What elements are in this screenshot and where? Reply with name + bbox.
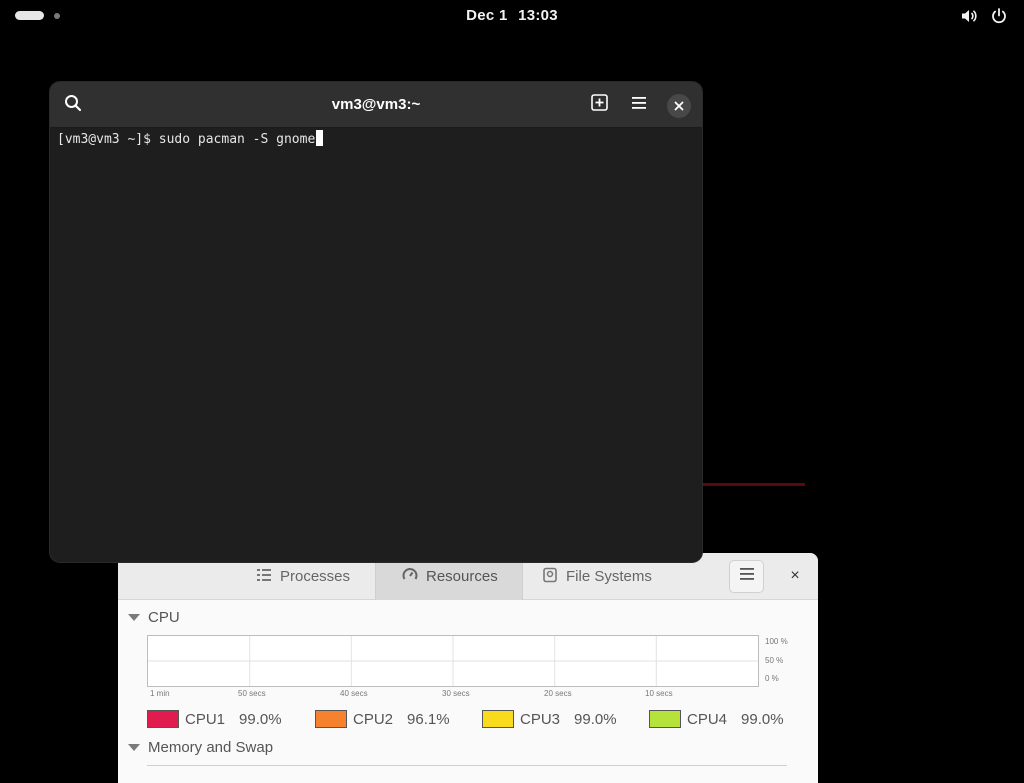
expander-arrow-icon [128, 614, 140, 621]
system-tray[interactable] [960, 7, 1008, 25]
hamburger-menu-icon [739, 567, 755, 586]
cpu3-value: 99.0% [574, 710, 617, 728]
cpu-section-header[interactable]: CPU [128, 609, 180, 626]
terminal-window: vm3@vm3:~ [vm3@vm3 ~]$ sudo pacman -S gn… [50, 82, 702, 562]
terminal-headerbar: vm3@vm3:~ [50, 82, 702, 128]
tab-resources-label: Resources [426, 568, 498, 585]
close-icon [674, 99, 684, 114]
clock[interactable]: Dec 1 13:03 [0, 7, 1024, 24]
main-menu-button[interactable] [729, 560, 764, 593]
close-button[interactable]: × [784, 565, 806, 587]
graph-x-label: 40 secs [340, 689, 368, 698]
graph-y-label-0: 0 % [765, 674, 779, 683]
typed-command: sudo pacman -S gnome [158, 132, 316, 147]
gauge-icon [402, 567, 418, 587]
cpu3-label: CPU3 [520, 710, 561, 728]
terminal-output[interactable]: [vm3@vm3 ~]$ sudo pacman -S gnome [57, 130, 324, 147]
graph-x-label: 10 secs [645, 689, 673, 698]
cpu3-legend: CPU3 99.0% [482, 710, 617, 728]
close-icon: × [790, 567, 800, 584]
terminal-menu-button[interactable] [629, 95, 649, 115]
cpu1-label: CPU1 [185, 710, 226, 728]
cpu4-label: CPU4 [687, 710, 728, 728]
cpu4-legend: CPU4 99.0% [649, 710, 784, 728]
memory-section-header[interactable]: Memory and Swap [128, 739, 273, 756]
clock-time: 13:03 [518, 7, 558, 24]
system-monitor-window: Processes Resources File Systems × CPU 1… [118, 553, 818, 783]
new-tab-button[interactable] [589, 94, 609, 116]
volume-icon[interactable] [960, 7, 978, 25]
graph-x-label: 1 min [150, 689, 170, 698]
memory-graph-edge [147, 765, 787, 766]
cpu1-value: 99.0% [239, 710, 282, 728]
cpu-graph-grid [148, 636, 758, 686]
tab-processes-label: Processes [280, 568, 351, 585]
cpu3-color-swatch[interactable] [482, 710, 514, 728]
graph-x-label: 50 secs [238, 689, 266, 698]
cpu2-legend: CPU2 96.1% [315, 710, 450, 728]
disk-icon [542, 567, 558, 587]
list-icon [256, 567, 272, 587]
graph-x-label: 30 secs [442, 689, 470, 698]
clock-date: Dec 1 [466, 7, 508, 24]
graph-y-label-100: 100 % [765, 637, 788, 646]
top-bar: Dec 1 13:03 [0, 0, 1024, 32]
text-cursor [316, 130, 324, 146]
tab-file-systems-label: File Systems [566, 568, 652, 585]
expander-arrow-icon [128, 744, 140, 751]
terminal-close-button[interactable] [667, 94, 691, 118]
shell-prompt: [vm3@vm3 ~]$ [57, 132, 159, 147]
cpu1-legend: CPU1 99.0% [147, 710, 282, 728]
cpu-history-graph [147, 635, 759, 687]
cpu4-value: 99.0% [741, 710, 784, 728]
graph-y-label-50: 50 % [765, 656, 784, 665]
cpu2-color-swatch[interactable] [315, 710, 347, 728]
cpu1-color-swatch[interactable] [147, 710, 179, 728]
cpu2-label: CPU2 [353, 710, 394, 728]
cpu4-color-swatch[interactable] [649, 710, 681, 728]
power-icon[interactable] [990, 7, 1008, 25]
cpu-section-title: CPU [148, 609, 180, 626]
new-tab-icon [590, 94, 608, 116]
memory-section-title: Memory and Swap [148, 739, 274, 756]
graph-x-label: 20 secs [544, 689, 572, 698]
background-window-edge [703, 483, 805, 486]
cpu2-value: 96.1% [407, 710, 450, 728]
hamburger-menu-icon [631, 96, 647, 115]
